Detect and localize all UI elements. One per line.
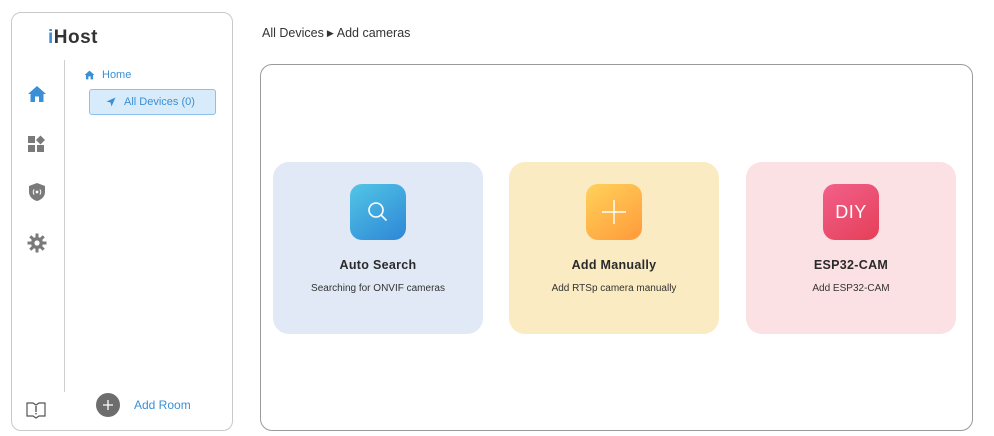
diy-icon-text: DIY bbox=[835, 201, 867, 222]
room-all-devices-label: All Devices (0) bbox=[124, 96, 195, 108]
search-icon bbox=[350, 184, 406, 240]
add-manually-title: Add Manually bbox=[571, 258, 657, 272]
add-manually-subtitle: Add RTSp camera manually bbox=[551, 283, 677, 294]
brand-logo: iHost bbox=[48, 27, 99, 48]
add-manually-card[interactable]: Add Manually Add RTSp camera manually bbox=[509, 162, 719, 334]
add-room-button[interactable]: Add Room bbox=[96, 393, 191, 417]
auto-search-card[interactable]: Auto Search Searching for ONVIF cameras bbox=[273, 162, 483, 334]
breadcrumb-all-devices[interactable]: All Devices bbox=[262, 26, 324, 40]
breadcrumb: All Devices ▶ Add cameras bbox=[262, 26, 410, 40]
add-room-plus-icon bbox=[96, 393, 120, 417]
sidebar-divider bbox=[64, 60, 65, 392]
esp32-cam-subtitle: Add ESP32-CAM bbox=[812, 283, 890, 294]
guide-book-icon[interactable] bbox=[26, 401, 46, 419]
esp32-cam-card[interactable]: DIY ESP32-CAM Add ESP32-CAM bbox=[746, 162, 956, 334]
add-room-label: Add Room bbox=[134, 398, 191, 412]
diy-icon: DIY bbox=[823, 184, 879, 240]
breadcrumb-current: Add cameras bbox=[336, 26, 411, 40]
dashboard-icon[interactable] bbox=[26, 133, 48, 155]
location-arrow-icon bbox=[106, 97, 116, 107]
add-cameras-panel: Auto Search Searching for ONVIF cameras … bbox=[260, 64, 973, 431]
room-item-all-devices[interactable]: All Devices (0) bbox=[89, 89, 216, 115]
home-small-icon bbox=[84, 70, 95, 80]
sidebar: iHost Home All Devices (0) Add Room bbox=[11, 12, 233, 431]
home-icon[interactable] bbox=[26, 83, 48, 105]
plus-icon bbox=[586, 184, 642, 240]
security-shield-icon[interactable] bbox=[26, 181, 48, 203]
settings-gear-icon[interactable] bbox=[26, 232, 48, 254]
esp32-cam-title: ESP32-CAM bbox=[813, 258, 889, 272]
room-item-home[interactable]: Home bbox=[84, 69, 131, 81]
app-root: iHost Home All Devices (0) Add Room All … bbox=[0, 0, 994, 436]
auto-search-title: Auto Search bbox=[339, 258, 417, 272]
auto-search-subtitle: Searching for ONVIF cameras bbox=[311, 283, 445, 294]
room-home-label: Home bbox=[102, 69, 132, 81]
breadcrumb-separator: ▶ bbox=[326, 27, 334, 38]
